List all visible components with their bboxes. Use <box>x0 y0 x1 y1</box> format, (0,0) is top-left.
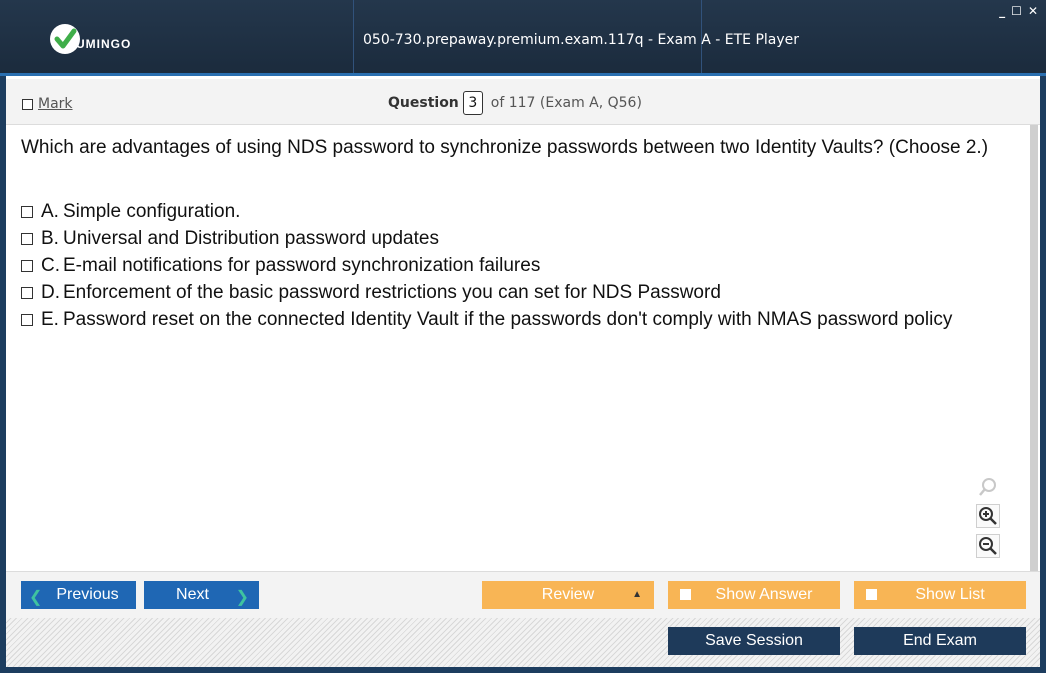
next-button[interactable]: Next ❯ <box>144 581 259 609</box>
show-list-checkbox[interactable] <box>866 589 877 600</box>
option-letter: E. <box>41 308 59 330</box>
show-list-label: Show List <box>915 586 985 603</box>
answer-option[interactable]: A. Simple configuration. <box>21 198 952 225</box>
magnifier-icon[interactable] <box>976 475 1000 499</box>
review-label: Review <box>541 586 595 603</box>
option-text: Universal and Distribution password upda… <box>63 227 439 249</box>
previous-button[interactable]: ❮ Previous <box>21 581 136 609</box>
chevron-left-icon: ❮ <box>29 589 43 606</box>
question-text: Which are advantages of using NDS passwo… <box>21 137 989 158</box>
minimize-icon[interactable]: _ <box>999 4 1005 18</box>
show-list-button[interactable]: Show List <box>854 581 1026 609</box>
footer-bar: Save Session End Exam <box>6 618 1040 667</box>
option-checkbox[interactable] <box>21 232 33 245</box>
answer-options: A. Simple configuration. B. Universal an… <box>21 198 952 333</box>
window-controls: _ ☐ ✕ <box>999 4 1038 18</box>
option-checkbox[interactable] <box>21 313 33 326</box>
show-answer-button[interactable]: Show Answer <box>668 581 840 609</box>
logo-wordmark: UMINGO <box>76 37 132 51</box>
option-letter: D. <box>41 281 60 303</box>
previous-label: Previous <box>56 586 119 603</box>
option-letter: C. <box>41 254 60 276</box>
mark-checkbox-box[interactable] <box>22 98 33 110</box>
show-answer-label: Show Answer <box>715 586 813 603</box>
option-checkbox[interactable] <box>21 205 33 218</box>
option-letter: B. <box>41 227 59 249</box>
option-checkbox[interactable] <box>21 259 33 272</box>
maximize-icon[interactable]: ☐ <box>1011 4 1022 18</box>
option-checkbox[interactable] <box>21 286 33 299</box>
zoom-out-icon[interactable] <box>976 534 1000 558</box>
answer-option[interactable]: C. E-mail notifications for password syn… <box>21 252 952 279</box>
window-title: 050-730.prepaway.premium.exam.117q - Exa… <box>363 32 800 48</box>
question-header: Mark Question 3 of 117 (Exam A, Q56) <box>6 79 1040 125</box>
scrollbar[interactable] <box>1030 125 1038 571</box>
option-letter: A. <box>41 200 59 222</box>
title-bar: UMINGO 050-730.prepaway.premium.exam.117… <box>0 0 1046 76</box>
option-text: Enforcement of the basic password restri… <box>63 281 721 303</box>
question-counter: Question 3 of 117 (Exam A, Q56) <box>388 91 642 115</box>
question-number-input[interactable]: 3 <box>462 91 483 115</box>
caret-up-icon: ▲ <box>632 589 642 600</box>
option-text: E-mail notifications for password synchr… <box>63 254 541 276</box>
question-total: of 117 (Exam A, Q56) <box>490 95 642 111</box>
answer-option[interactable]: B. Universal and Distribution password u… <box>21 225 952 252</box>
chevron-right-icon: ❯ <box>235 589 249 606</box>
question-content: Which are advantages of using NDS passwo… <box>6 125 1040 571</box>
checkmark-logo-icon <box>50 24 80 54</box>
mark-label: Mark <box>38 96 73 112</box>
show-answer-checkbox[interactable] <box>680 589 691 600</box>
end-exam-button[interactable]: End Exam <box>854 627 1026 655</box>
question-label: Question <box>388 95 459 111</box>
option-text: Password reset on the connected Identity… <box>63 308 953 330</box>
review-button[interactable]: Review ▲ <box>482 581 654 609</box>
option-text: Simple configuration. <box>63 200 241 222</box>
answer-option[interactable]: E. Password reset on the connected Ident… <box>21 306 952 333</box>
app-logo: UMINGO <box>50 24 131 54</box>
answer-option[interactable]: D. Enforcement of the basic password res… <box>21 279 952 306</box>
save-session-button[interactable]: Save Session <box>668 627 840 655</box>
navigation-bar: ❮ Previous Next ❯ Review ▲ Show Answer S… <box>6 571 1040 618</box>
title-divider <box>353 0 354 73</box>
mark-checkbox[interactable]: Mark <box>22 96 73 112</box>
close-icon[interactable]: ✕ <box>1028 4 1038 18</box>
next-label: Next <box>176 586 209 603</box>
zoom-in-icon[interactable] <box>976 504 1000 528</box>
